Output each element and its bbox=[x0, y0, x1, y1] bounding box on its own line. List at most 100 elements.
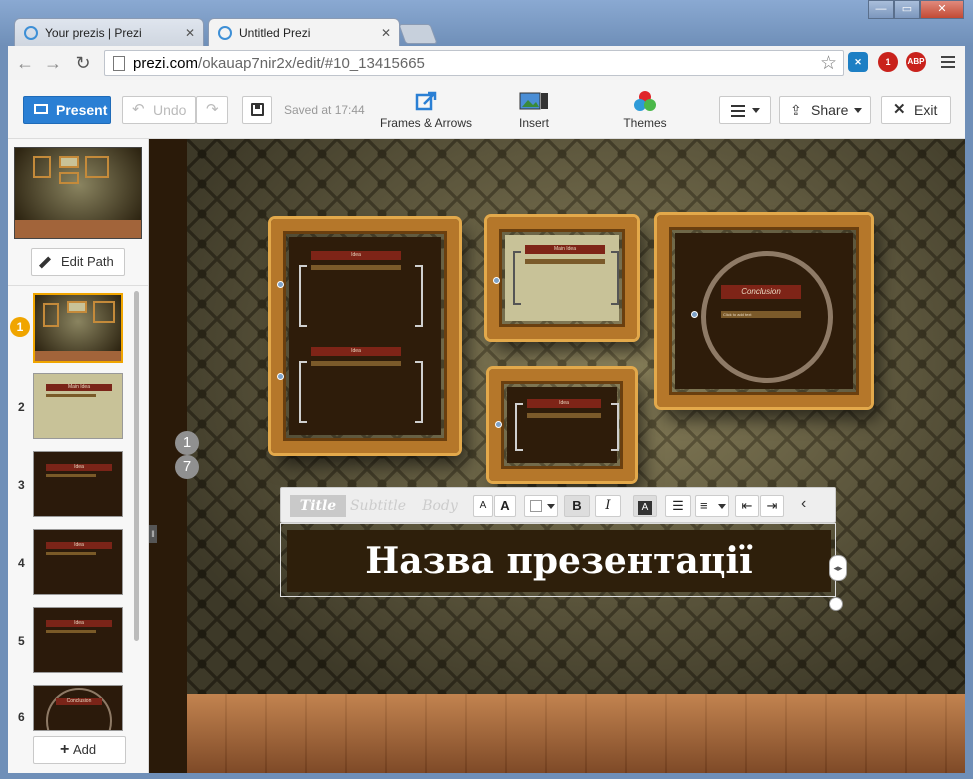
chevron-down-icon bbox=[854, 108, 862, 113]
outdent-button[interactable]: ⇤ bbox=[735, 495, 759, 517]
overview-thumbnail[interactable] bbox=[14, 147, 142, 239]
slide-number: 5 bbox=[18, 634, 25, 648]
tab-untitled-prezi[interactable]: Untitled Prezi ✕ bbox=[208, 18, 400, 46]
share-button[interactable]: ⇪ Share bbox=[779, 96, 871, 124]
style-body-button[interactable]: Body bbox=[411, 495, 469, 517]
text-background-button[interactable]: A bbox=[633, 495, 657, 517]
adblock-icon[interactable]: ABP bbox=[906, 52, 926, 72]
increase-font-button[interactable]: A bbox=[494, 495, 516, 517]
close-icon[interactable]: ✕ bbox=[185, 19, 195, 47]
path-number-badge[interactable]: 7 bbox=[175, 455, 199, 479]
path-point-icon[interactable] bbox=[277, 373, 284, 380]
chevron-down-icon bbox=[718, 504, 726, 509]
resize-handle-icon[interactable]: ◂▸ bbox=[829, 555, 847, 581]
slide-thumbnail-6[interactable]: Conclusion bbox=[33, 685, 123, 731]
align-button[interactable]: ≡ bbox=[695, 495, 729, 517]
new-tab-button[interactable] bbox=[398, 24, 438, 44]
edit-path-button[interactable]: Edit Path bbox=[31, 248, 125, 276]
plus-icon: + bbox=[60, 741, 70, 758]
scale-handle[interactable] bbox=[829, 597, 843, 611]
slide-number: 3 bbox=[18, 478, 25, 492]
edit-path-label: Edit Path bbox=[61, 254, 114, 269]
chevron-down-icon bbox=[752, 108, 760, 113]
slide-number: 4 bbox=[18, 556, 25, 570]
present-button[interactable]: Present bbox=[23, 96, 111, 124]
extension-badge-icon[interactable]: 1 bbox=[878, 52, 898, 72]
bullet-list-button[interactable]: ☰ bbox=[665, 495, 691, 517]
slide-number: 1 bbox=[10, 317, 30, 337]
hamburger-icon bbox=[731, 105, 745, 117]
prezi-favicon-icon bbox=[218, 26, 232, 40]
prezi-favicon-icon bbox=[24, 26, 38, 40]
path-point-icon[interactable] bbox=[495, 421, 502, 428]
abp-label: ABP bbox=[907, 57, 925, 66]
text-color-button[interactable] bbox=[524, 495, 558, 517]
add-label: Add bbox=[73, 742, 97, 757]
present-label: Present bbox=[56, 102, 108, 118]
style-title-button[interactable]: Title bbox=[290, 495, 346, 517]
slide-title: Idea bbox=[46, 620, 112, 627]
insert-button[interactable]: Insert bbox=[508, 90, 560, 130]
address-bar[interactable]: prezi.com/okauap7nir2x/edit/#10_13415665… bbox=[104, 50, 844, 76]
decrease-font-button[interactable]: A bbox=[473, 495, 493, 517]
share-icon: ⇪ bbox=[790, 102, 802, 118]
back-arrow-icon[interactable]: ← bbox=[14, 52, 36, 74]
add-slide-button[interactable]: + Add bbox=[33, 736, 126, 764]
browser-titlebar: Your prezis | Prezi ✕ Untitled Prezi ✕ —… bbox=[0, 0, 973, 46]
close-icon[interactable]: ✕ bbox=[381, 19, 391, 47]
frame-left[interactable]: Idea Idea bbox=[271, 219, 459, 453]
title-text-box[interactable]: Назва презентації bbox=[280, 523, 836, 597]
slide-thumbnail-3[interactable]: Idea bbox=[33, 451, 123, 517]
browser-menu-icon[interactable] bbox=[941, 56, 955, 70]
extension-badge-count: 1 bbox=[885, 57, 891, 67]
frame-right[interactable]: Conclusion Click to add text bbox=[657, 215, 871, 407]
frame-title: Conclusion bbox=[721, 285, 801, 299]
frame-title: Idea bbox=[527, 399, 601, 408]
sidebar-collapse-handle[interactable]: ‖ bbox=[149, 525, 157, 543]
presentation-title[interactable]: Назва презентації bbox=[287, 530, 831, 592]
close-icon: ✕ bbox=[893, 101, 906, 118]
slide-thumbnail-4[interactable]: Idea bbox=[33, 529, 123, 595]
sidebar-scrollbar[interactable] bbox=[134, 291, 139, 641]
bookmark-star-icon[interactable]: ☆ bbox=[820, 52, 837, 75]
style-subtitle-button[interactable]: Subtitle bbox=[347, 495, 409, 517]
color-swatch-icon bbox=[530, 500, 542, 512]
frames-arrows-button[interactable]: Frames & Arrows bbox=[376, 90, 476, 130]
minimize-button[interactable]: — bbox=[868, 0, 894, 19]
forward-arrow-icon[interactable]: → bbox=[42, 52, 64, 74]
bold-button[interactable]: B bbox=[564, 495, 590, 517]
maximize-button[interactable]: ▭ bbox=[894, 0, 920, 19]
frame-center-bottom[interactable]: Idea bbox=[489, 369, 635, 481]
indent-button[interactable]: ⇥ bbox=[760, 495, 784, 517]
path-point-icon[interactable] bbox=[493, 277, 500, 284]
redo-button[interactable]: ↷ bbox=[196, 96, 228, 124]
undo-button[interactable]: ↶ Undo bbox=[122, 96, 196, 124]
tab-your-prezis[interactable]: Your prezis | Prezi ✕ bbox=[14, 18, 204, 46]
italic-button[interactable]: I bbox=[595, 495, 621, 517]
chevron-down-icon bbox=[547, 504, 555, 509]
redo-arrow-icon: ↷ bbox=[206, 101, 219, 118]
slide-number: 2 bbox=[18, 400, 25, 414]
path-point-icon[interactable] bbox=[277, 281, 284, 288]
exit-button[interactable]: ✕ Exit bbox=[881, 96, 951, 124]
chevron-left-icon[interactable]: ‹ bbox=[801, 495, 806, 513]
slide-thumbnail-5[interactable]: Idea bbox=[33, 607, 123, 673]
themes-button[interactable]: Themes bbox=[618, 90, 672, 130]
title-band: Назва презентації bbox=[287, 530, 831, 592]
frame-title: Idea bbox=[311, 347, 401, 356]
path-point-icon[interactable] bbox=[691, 311, 698, 318]
prezi-canvas[interactable]: ‖ Idea Idea Main Idea Idea Conclusion Cl… bbox=[149, 139, 965, 773]
frame-center-top[interactable]: Main Idea bbox=[487, 217, 637, 339]
window-close-button[interactable]: ✕ bbox=[920, 0, 964, 19]
slide-thumbnail-2[interactable]: Main Idea bbox=[33, 373, 123, 439]
more-menu-button[interactable] bbox=[719, 96, 771, 124]
monitor-icon bbox=[34, 104, 48, 114]
path-number-badge[interactable]: 1 bbox=[175, 431, 199, 455]
text-format-toolbar: Title Subtitle Body A A B I A ☰ ≡ ⇤ ⇥ ‹ bbox=[280, 487, 836, 523]
insert-label: Insert bbox=[518, 116, 549, 130]
page-icon bbox=[113, 56, 125, 71]
save-button[interactable] bbox=[242, 96, 272, 124]
reload-icon[interactable]: ↻ bbox=[72, 52, 94, 74]
extension-x-icon[interactable]: ✕ bbox=[848, 52, 868, 72]
slide-thumbnail-1[interactable] bbox=[33, 293, 123, 363]
